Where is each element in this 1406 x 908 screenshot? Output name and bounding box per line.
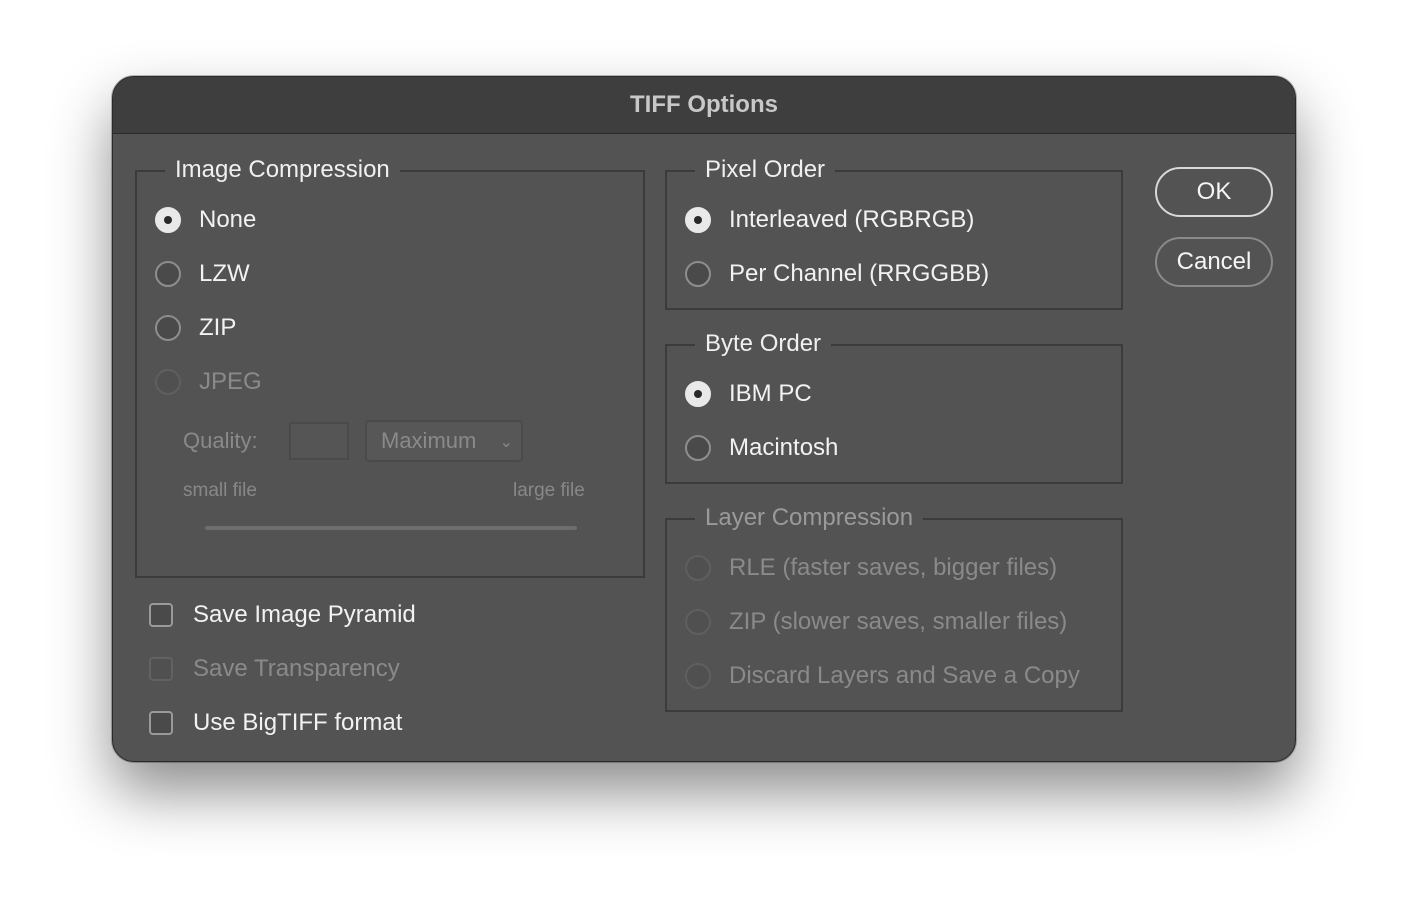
save-transparency-checkbox bbox=[149, 657, 173, 681]
save-image-pyramid-option[interactable]: Save Image Pyramid bbox=[149, 601, 416, 629]
image-compression-legend: Image Compression bbox=[165, 154, 400, 186]
macintosh-label: Macintosh bbox=[729, 434, 839, 461]
save-transparency-option: Save Transparency bbox=[149, 655, 400, 683]
quality-preset-select: Maximum ⌄ bbox=[365, 420, 523, 462]
radio-lzw[interactable] bbox=[155, 261, 181, 287]
radio-layer-zip bbox=[685, 609, 711, 635]
pixel-order-legend: Pixel Order bbox=[695, 154, 836, 186]
large-file-label: large file bbox=[513, 480, 585, 501]
radio-layer-discard bbox=[685, 663, 711, 689]
radio-ibm-pc[interactable] bbox=[685, 381, 711, 407]
compression-jpeg-label: JPEG bbox=[199, 368, 262, 395]
compression-zip-option[interactable]: ZIP bbox=[155, 314, 236, 342]
chevron-down-icon: ⌄ bbox=[499, 434, 513, 451]
pixel-order-group: Pixel Order Interleaved (RGBRGB) Per Cha… bbox=[665, 154, 1123, 310]
layer-rle-option: RLE (faster saves, bigger files) bbox=[685, 554, 1057, 582]
cancel-button[interactable]: Cancel bbox=[1155, 237, 1273, 287]
ok-button[interactable]: OK bbox=[1155, 167, 1273, 217]
radio-per-channel[interactable] bbox=[685, 261, 711, 287]
tiff-options-dialog: TIFF Options Image Compression None LZW … bbox=[112, 76, 1296, 762]
compression-jpeg-option: JPEG bbox=[155, 368, 262, 396]
layer-compression-legend: Layer Compression bbox=[695, 502, 924, 534]
byte-order-legend: Byte Order bbox=[695, 328, 832, 360]
radio-macintosh[interactable] bbox=[685, 435, 711, 461]
radio-layer-rle bbox=[685, 555, 711, 581]
quality-label: Quality: bbox=[183, 428, 258, 453]
layer-zip-label: ZIP (slower saves, smaller files) bbox=[729, 608, 1068, 635]
title-bar: TIFF Options bbox=[113, 77, 1295, 134]
layer-discard-option: Discard Layers and Save a Copy bbox=[685, 662, 1080, 690]
use-bigtiff-label: Use BigTIFF format bbox=[193, 709, 403, 736]
compression-none-option[interactable]: None bbox=[155, 206, 256, 234]
quality-preset-value: Maximum bbox=[381, 428, 477, 453]
use-bigtiff-option[interactable]: Use BigTIFF format bbox=[149, 709, 402, 737]
image-compression-group: Image Compression None LZW ZIP JPEG Qual… bbox=[135, 154, 645, 578]
ibm-pc-label: IBM PC bbox=[729, 380, 812, 407]
use-bigtiff-checkbox[interactable] bbox=[149, 711, 173, 735]
save-transparency-label: Save Transparency bbox=[193, 655, 400, 682]
pixel-order-interleaved-option[interactable]: Interleaved (RGBRGB) bbox=[685, 206, 974, 234]
radio-interleaved[interactable] bbox=[685, 207, 711, 233]
save-image-pyramid-checkbox[interactable] bbox=[149, 603, 173, 627]
layer-zip-option: ZIP (slower saves, smaller files) bbox=[685, 608, 1067, 636]
interleaved-label: Interleaved (RGBRGB) bbox=[729, 206, 975, 233]
small-file-label: small file bbox=[183, 480, 257, 501]
byte-order-ibm-pc-option[interactable]: IBM PC bbox=[685, 380, 812, 408]
radio-zip[interactable] bbox=[155, 315, 181, 341]
layer-compression-group: Layer Compression RLE (faster saves, big… bbox=[665, 502, 1123, 712]
quality-slider-track bbox=[205, 526, 577, 530]
layer-discard-label: Discard Layers and Save a Copy bbox=[729, 662, 1080, 689]
compression-lzw-label: LZW bbox=[199, 260, 250, 287]
radio-none[interactable] bbox=[155, 207, 181, 233]
compression-none-label: None bbox=[199, 206, 257, 233]
radio-jpeg bbox=[155, 369, 181, 395]
byte-order-group: Byte Order IBM PC Macintosh bbox=[665, 328, 1123, 484]
per-channel-label: Per Channel (RRGGBB) bbox=[729, 260, 990, 287]
dialog-title: TIFF Options bbox=[630, 91, 778, 118]
compression-lzw-option[interactable]: LZW bbox=[155, 260, 250, 288]
compression-zip-label: ZIP bbox=[199, 314, 237, 341]
pixel-order-per-channel-option[interactable]: Per Channel (RRGGBB) bbox=[685, 260, 989, 288]
quality-input bbox=[289, 422, 349, 460]
save-image-pyramid-label: Save Image Pyramid bbox=[193, 601, 416, 628]
layer-rle-label: RLE (faster saves, bigger files) bbox=[729, 554, 1058, 581]
byte-order-macintosh-option[interactable]: Macintosh bbox=[685, 434, 838, 462]
